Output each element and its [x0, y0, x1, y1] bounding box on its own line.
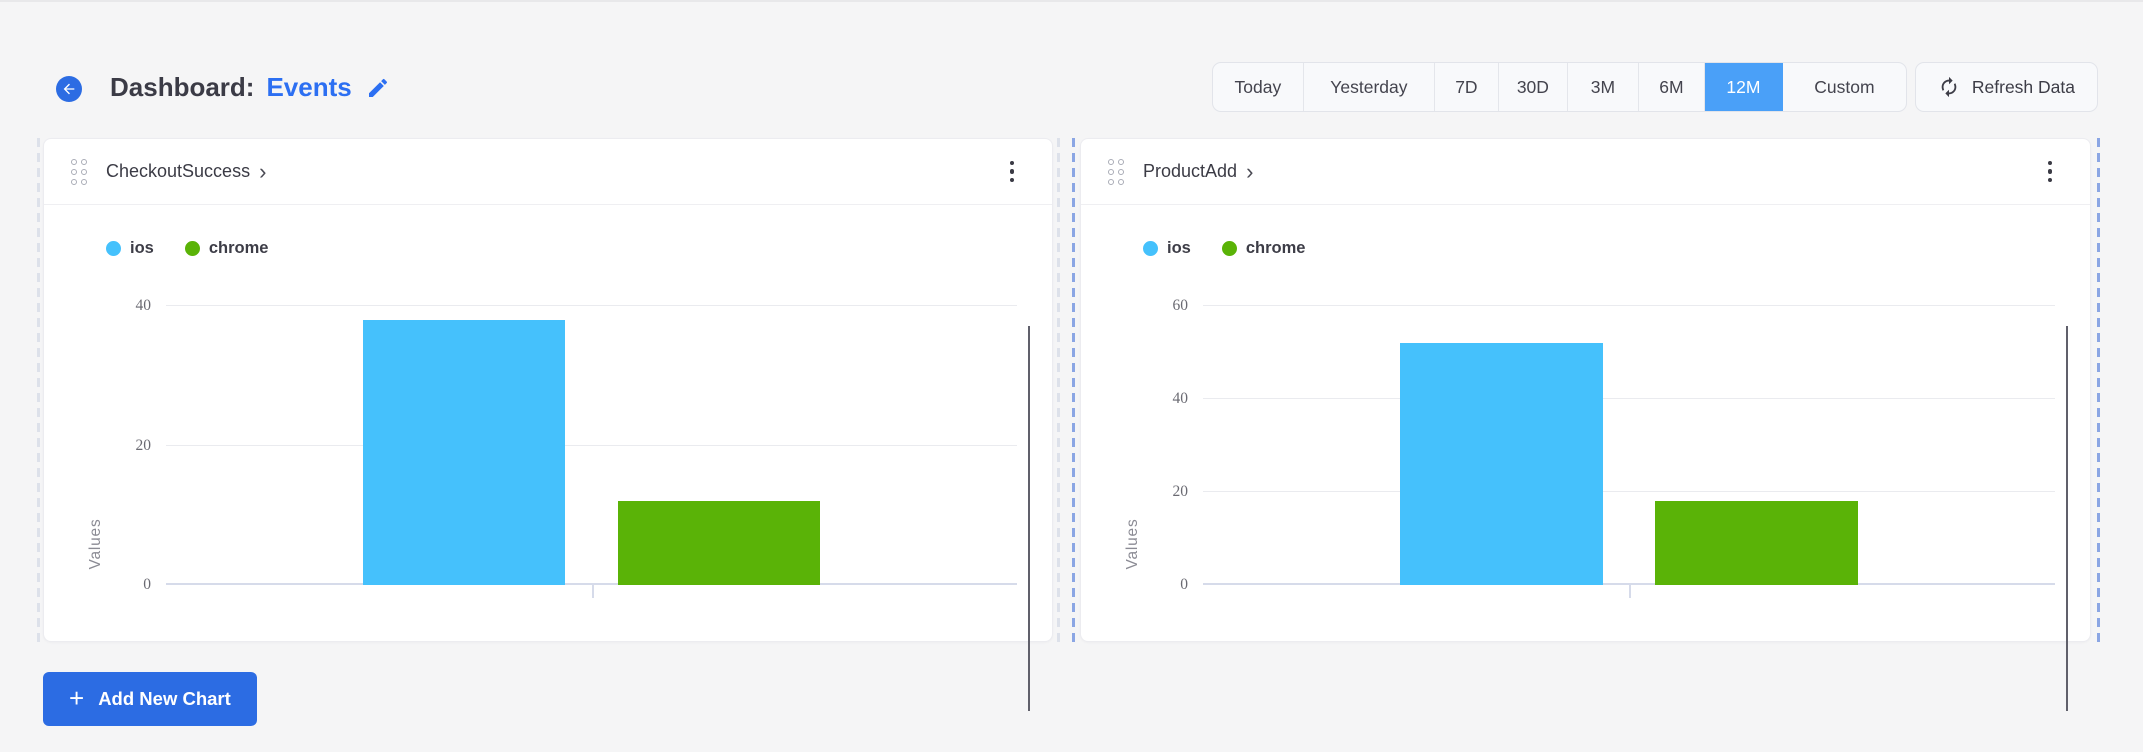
back-button[interactable]	[56, 76, 82, 102]
time-range-3m[interactable]: 3M	[1568, 63, 1639, 111]
refresh-data-label: Refresh Data	[1972, 77, 2075, 98]
chart-card-productadd: ProductAdd › ioschrome Values 0204060	[1080, 138, 2091, 642]
bar-chrome	[1655, 501, 1858, 585]
y-tick-label: 0	[1128, 576, 1188, 594]
y-axis-label: Values	[1124, 518, 1142, 569]
dashboard-header: Dashboard: Events	[56, 62, 390, 103]
time-range-6m[interactable]: 6M	[1639, 63, 1705, 111]
legend-item-ios[interactable]: ios	[1143, 239, 1191, 258]
add-new-chart-label: Add New Chart	[98, 688, 231, 710]
time-range-group: Today Yesterday 7D 30D 3M 6M 12M Custom	[1212, 62, 1907, 112]
y-tick-label: 20	[1128, 483, 1188, 501]
card-scrollbar[interactable]	[1028, 326, 1030, 711]
edit-dashboard-button[interactable]	[366, 76, 390, 100]
refresh-data-button[interactable]: Refresh Data	[1915, 62, 2098, 112]
y-tick-label: 20	[91, 437, 151, 455]
card-header: CheckoutSuccess ›	[44, 139, 1052, 205]
time-range-yesterday[interactable]: Yesterday	[1304, 63, 1435, 111]
bar-chart-productadd: 0204060	[1203, 306, 2055, 585]
chart-legend: ios chrome	[106, 239, 1052, 258]
time-range-custom[interactable]: Custom	[1783, 63, 1906, 111]
chevron-right-icon: ›	[1246, 161, 1253, 183]
legend-dot-icon	[1222, 241, 1237, 256]
arrow-left-icon	[61, 81, 77, 97]
legend-dot-icon	[185, 241, 200, 256]
y-tick-label: 40	[91, 297, 151, 315]
gridline	[166, 305, 1017, 306]
plus-icon: +	[69, 685, 84, 711]
bar-chrome	[618, 501, 821, 585]
dashboard-name: Events	[266, 72, 351, 103]
page-title-label: Dashboard:	[110, 72, 254, 103]
page-top-border	[0, 0, 2143, 2]
card-body: ioschrome Values 0204060	[1081, 239, 2090, 676]
chart-legend: ios chrome	[1143, 239, 2090, 258]
card-menu-kebab-icon[interactable]	[1006, 157, 1019, 187]
card-title-link[interactable]: CheckoutSuccess ›	[106, 161, 266, 183]
card-title-link[interactable]: ProductAdd ›	[1143, 161, 1253, 183]
gridline	[1203, 398, 2055, 399]
legend-dot-icon	[106, 241, 121, 256]
x-axis-tick	[592, 585, 594, 598]
time-range-7d[interactable]: 7D	[1435, 63, 1499, 111]
page-title: Dashboard: Events	[110, 72, 390, 103]
chevron-right-icon: ›	[259, 161, 266, 183]
chart-card-checkoutsuccess: CheckoutSuccess › ioschrome Values 02040	[43, 138, 1053, 642]
legend-label: chrome	[1246, 239, 1306, 258]
legend-label: chrome	[209, 239, 269, 258]
grid-separator-left	[37, 138, 40, 648]
legend-label: ios	[130, 239, 154, 258]
y-tick-label: 40	[1128, 390, 1188, 408]
y-tick-label: 0	[91, 576, 151, 594]
card-title: ProductAdd	[1143, 161, 1237, 182]
time-range-12m[interactable]: 12M	[1705, 63, 1783, 111]
gridline	[166, 445, 1017, 446]
grid-separator-middle-gray	[1057, 138, 1060, 648]
gridline	[1203, 305, 2055, 306]
drag-handle-icon[interactable]	[1108, 159, 1124, 185]
legend-item-ios[interactable]: ios	[106, 239, 154, 258]
time-range-controls: Today Yesterday 7D 30D 3M 6M 12M Custom …	[1212, 62, 2098, 112]
x-axis-tick	[1629, 585, 1631, 598]
y-axis-label: Values	[87, 518, 105, 569]
card-scrollbar[interactable]	[2066, 326, 2068, 711]
bar-ios	[363, 320, 566, 585]
card-header: ProductAdd ›	[1081, 139, 2090, 205]
legend-dot-icon	[1143, 241, 1158, 256]
card-body: ioschrome Values 02040	[44, 239, 1052, 676]
card-menu-kebab-icon[interactable]	[2044, 157, 2057, 187]
time-range-30d[interactable]: 30D	[1499, 63, 1568, 111]
y-tick-label: 60	[1128, 297, 1188, 315]
bar-chart-checkoutsuccess: 02040	[166, 306, 1017, 585]
legend-label: ios	[1167, 239, 1191, 258]
drag-handle-icon[interactable]	[71, 159, 87, 185]
time-range-today[interactable]: Today	[1213, 63, 1304, 111]
gridline	[1203, 491, 2055, 492]
legend-item-chrome[interactable]: chrome	[185, 239, 269, 258]
add-new-chart-button[interactable]: + Add New Chart	[43, 672, 257, 726]
card-title: CheckoutSuccess	[106, 161, 250, 182]
grid-separator-right	[2097, 138, 2100, 648]
grid-separator-middle-blue	[1072, 138, 1075, 648]
legend-item-chrome[interactable]: chrome	[1222, 239, 1306, 258]
pencil-icon	[366, 76, 390, 100]
bar-ios	[1400, 343, 1603, 585]
refresh-sync-icon	[1938, 76, 1960, 98]
